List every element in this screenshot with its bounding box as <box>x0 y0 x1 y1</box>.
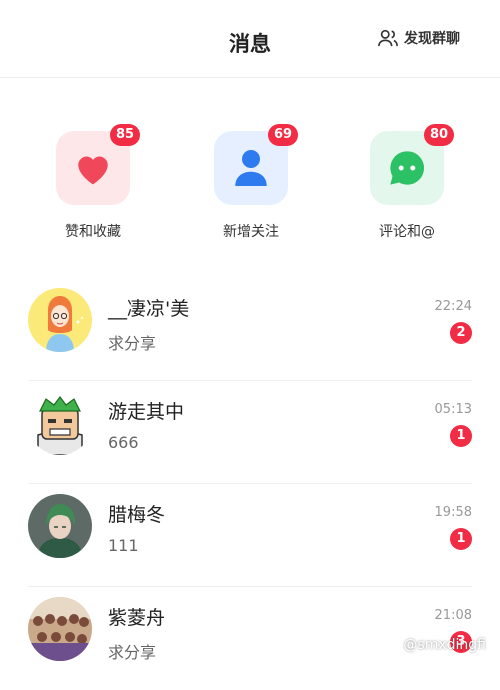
followers-badge: 69 <box>268 124 298 146</box>
message-list: __凄凉'美 求分享 22:24 2 游走其中 666 05:13 1 腊梅冬 … <box>28 278 472 690</box>
users-icon <box>378 29 398 47</box>
shortcut-likes-collections[interactable]: 85 赞和收藏 <box>38 124 148 241</box>
message-preview: 求分享 <box>108 643 157 662</box>
contact-name: 腊梅冬 <box>108 504 166 526</box>
watermark-text: @smxdingfi <box>403 637 486 653</box>
message-time: 05:13 <box>434 402 472 417</box>
avatar <box>28 288 92 352</box>
avatar <box>28 597 92 661</box>
avatar <box>28 391 92 455</box>
comments-label: 评论和@ <box>379 224 435 240</box>
followers-label: 新增关注 <box>223 224 279 240</box>
message-row[interactable]: 腊梅冬 111 19:58 1 <box>28 484 472 587</box>
message-time: 19:58 <box>434 505 472 520</box>
message-preview: 111 <box>108 536 139 555</box>
unread-badge: 1 <box>450 528 472 550</box>
message-preview: 求分享 <box>108 334 157 353</box>
heart-icon <box>78 156 108 185</box>
shortcut-new-followers[interactable]: 69 新增关注 <box>196 124 306 241</box>
watermark: @smxdingfi <box>403 637 486 653</box>
top-bar: 消息 发现群聊 <box>0 0 500 78</box>
person-icon <box>235 150 267 186</box>
message-row[interactable]: 游走其中 666 05:13 1 <box>28 381 472 484</box>
message-time: 21:08 <box>434 608 472 623</box>
followers-icon-tile: 69 <box>214 124 298 205</box>
likes-label: 赞和收藏 <box>65 224 121 240</box>
discover-group-chat-button[interactable]: 发现群聊 <box>377 28 460 48</box>
shortcut-comments-mentions[interactable]: 80 评论和@ <box>352 124 462 241</box>
contact-name: 游走其中 <box>108 401 185 423</box>
discover-label: 发现群聊 <box>404 31 460 47</box>
contact-name: __凄凉'美 <box>108 298 190 320</box>
contact-name: 紫菱舟 <box>108 607 166 629</box>
message-time: 22:24 <box>434 299 472 314</box>
unread-badge: 1 <box>450 425 472 447</box>
shortcut-row: 85 赞和收藏 69 新增关注 80 评论和@ <box>0 124 500 248</box>
avatar <box>28 494 92 558</box>
message-row[interactable]: __凄凉'美 求分享 22:24 2 <box>28 278 472 381</box>
likes-icon-tile: 85 <box>56 124 140 205</box>
message-preview: 666 <box>108 433 139 452</box>
likes-badge: 85 <box>110 124 140 146</box>
chat-icon <box>390 151 425 185</box>
comments-badge: 80 <box>424 124 454 146</box>
comments-icon-tile: 80 <box>370 124 454 205</box>
unread-badge: 2 <box>450 322 472 344</box>
